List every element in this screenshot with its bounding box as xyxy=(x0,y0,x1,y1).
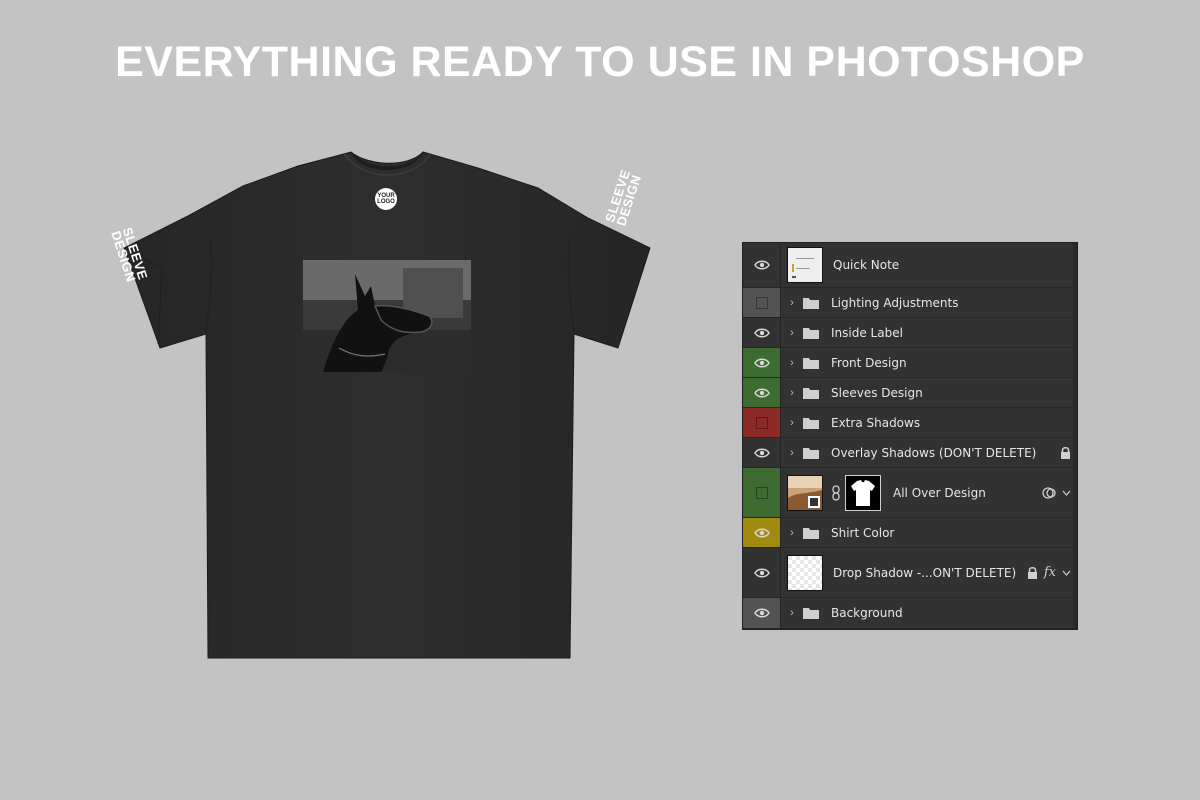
layer-name: Lighting Adjustments xyxy=(831,295,959,310)
folder-icon xyxy=(799,327,831,339)
visibility-eye-icon[interactable] xyxy=(743,318,781,347)
layer-name: Drop Shadow -...ON'T DELETE) xyxy=(833,565,1017,580)
layer-thumbnail xyxy=(787,247,823,283)
layer-thumbnail xyxy=(787,554,823,591)
folder-icon xyxy=(799,447,831,459)
folder-icon xyxy=(799,527,831,539)
hidden-box-icon xyxy=(755,486,768,499)
layer-mask-thumbnail[interactable] xyxy=(845,474,881,511)
layer-row-shirt-color[interactable]: › Shirt Color xyxy=(743,518,1077,548)
logo-line-2: LOGO xyxy=(377,199,395,205)
layer-status-icons xyxy=(1042,468,1071,517)
layer-name: Inside Label xyxy=(831,325,903,340)
layer-row-background[interactable]: › Background xyxy=(743,598,1077,629)
layer-row-sleeves-design[interactable]: › Sleeves Design xyxy=(743,378,1077,408)
layers-panel: Quick Note › Lighting Adjustments › Inside L… xyxy=(742,242,1078,630)
front-design-photo xyxy=(303,260,471,372)
layer-status-icons xyxy=(1060,438,1071,467)
layer-name: Extra Shadows xyxy=(831,415,921,430)
blend-if-icon xyxy=(1042,486,1056,500)
layer-name: Overlay Shadows (DON'T DELETE) xyxy=(831,445,1037,460)
layer-row-all-over-design[interactable]: All Over Design xyxy=(743,468,1077,518)
layer-name: Shirt Color xyxy=(831,525,895,540)
visibility-eye-icon[interactable] xyxy=(743,548,781,597)
expand-chevron-icon[interactable]: › xyxy=(785,447,799,459)
layer-name: Quick Note xyxy=(833,258,900,272)
eye-icon xyxy=(753,568,770,577)
lock-icon xyxy=(1060,446,1071,459)
layer-row-lighting-adjustments[interactable]: › Lighting Adjustments xyxy=(743,288,1077,318)
layer-name: Sleeves Design xyxy=(831,385,923,400)
chevron-down-icon[interactable] xyxy=(1062,570,1071,576)
layer-row-overlay-shadows-don-t-delete[interactable]: › Overlay Shadows (DON'T DELETE) xyxy=(743,438,1077,468)
expand-chevron-icon[interactable]: › xyxy=(785,527,799,539)
visibility-eye-icon[interactable] xyxy=(743,378,781,407)
layer-row-drop-shadow-on-t-delete[interactable]: Drop Shadow -...ON'T DELETE) fx xyxy=(743,548,1077,598)
expand-chevron-icon[interactable]: › xyxy=(785,607,799,619)
visibility-eye-icon[interactable] xyxy=(743,243,781,287)
chevron-down-icon[interactable] xyxy=(1062,490,1071,496)
lock-icon xyxy=(1027,566,1038,579)
logo-placeholder: YOUR LOGO xyxy=(375,188,397,210)
folder-icon xyxy=(799,357,831,369)
expand-chevron-icon[interactable]: › xyxy=(785,387,799,399)
layer-row-inside-label[interactable]: › Inside Label xyxy=(743,318,1077,348)
visibility-eye-icon[interactable] xyxy=(743,598,781,628)
eye-icon xyxy=(753,260,770,270)
visibility-eye-icon[interactable] xyxy=(743,518,781,547)
visibility-hidden-toggle[interactable] xyxy=(743,288,781,317)
folder-icon xyxy=(799,297,831,309)
folder-icon xyxy=(799,607,831,619)
expand-chevron-icon[interactable]: › xyxy=(785,297,799,309)
hidden-box-icon xyxy=(755,416,768,429)
layer-name: Background xyxy=(831,606,903,620)
expand-chevron-icon[interactable]: › xyxy=(785,417,799,429)
mask-link-icon[interactable] xyxy=(831,484,841,501)
folder-icon xyxy=(799,387,831,399)
tshirt-mockup: YOUR LOGO SLEEVE DESIGN SLEEVE DESIGN xyxy=(108,148,654,664)
visibility-hidden-toggle[interactable] xyxy=(743,468,781,517)
eye-icon xyxy=(753,388,770,397)
visibility-eye-icon[interactable] xyxy=(743,438,781,467)
visibility-hidden-toggle[interactable] xyxy=(743,408,781,437)
layer-status-icons: fx xyxy=(1027,548,1071,597)
layer-row-extra-shadows[interactable]: › Extra Shadows xyxy=(743,408,1077,438)
smart-object-thumbnail xyxy=(787,474,823,511)
eye-icon xyxy=(753,608,770,618)
layer-row-quick-note[interactable]: Quick Note xyxy=(743,243,1077,288)
layer-name: Front Design xyxy=(831,355,907,370)
layer-effects-fx-icon[interactable]: fx xyxy=(1044,565,1056,580)
eye-icon xyxy=(753,528,770,537)
eye-icon xyxy=(753,448,770,457)
hidden-box-icon xyxy=(755,296,768,309)
layer-row-front-design[interactable]: › Front Design xyxy=(743,348,1077,378)
tshirt-shape xyxy=(123,151,651,659)
expand-chevron-icon[interactable]: › xyxy=(785,327,799,339)
layer-name: All Over Design xyxy=(893,485,986,500)
expand-chevron-icon[interactable]: › xyxy=(785,357,799,369)
eye-icon xyxy=(753,358,770,367)
dog-photo-image xyxy=(303,260,471,372)
visibility-eye-icon[interactable] xyxy=(743,348,781,377)
headline: EVERYTHING READY TO USE IN PHOTOSHOP xyxy=(115,38,1085,86)
folder-icon xyxy=(799,417,831,429)
eye-icon xyxy=(753,328,770,337)
